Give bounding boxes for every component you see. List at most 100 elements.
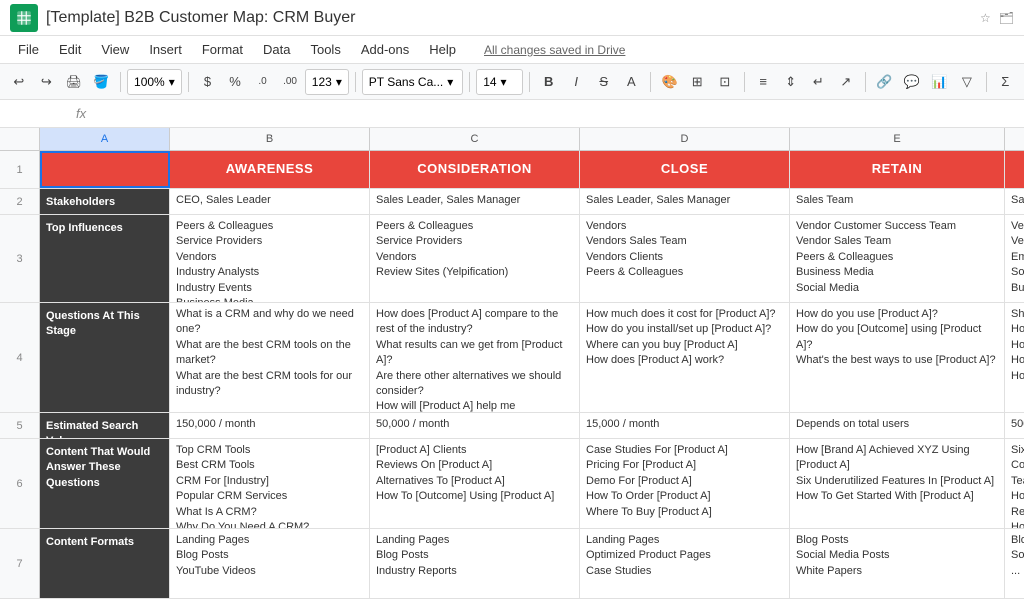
folder-icon[interactable]: 🗂 (999, 11, 1014, 25)
separator-7 (744, 72, 745, 92)
cell-f6[interactable]: Six Great... Common... Teams... How The.… (1005, 439, 1024, 528)
cell-c5[interactable]: 50,000 / month (370, 413, 580, 438)
col-header-d[interactable]: D (580, 128, 790, 150)
cell-a6[interactable]: Content That Would Answer These Question… (40, 439, 170, 528)
cell-f1[interactable]: ADVO... (1005, 151, 1024, 188)
halign-button[interactable]: ≡ (750, 68, 776, 96)
cell-a4[interactable]: Questions At This Stage (40, 303, 170, 412)
font-dropdown[interactable]: PT Sans Ca... ▾ (362, 69, 464, 95)
cell-a7[interactable]: Content Formats (40, 529, 170, 598)
menu-file[interactable]: File (10, 40, 47, 59)
strikethrough-button[interactable]: S (591, 68, 617, 96)
cell-e3[interactable]: Vendor Customer Success Team Vendor Sale… (790, 215, 1005, 302)
title-bar: [Template] B2B Customer Map: CRM Buyer ☆… (0, 0, 1024, 36)
cell-d1[interactable]: CLOSE (580, 151, 790, 188)
wrap-button[interactable]: ↵ (806, 68, 832, 96)
cell-e4[interactable]: How do you use [Product A]? How do you [… (790, 303, 1005, 412)
dec-increase-button[interactable]: .00 (277, 68, 303, 96)
cell-b1[interactable]: AWARENESS (170, 151, 370, 188)
cell-f7[interactable]: Blog Post... Social Me... ... (1005, 529, 1024, 598)
text-color-button[interactable]: A (619, 68, 645, 96)
cell-c1[interactable]: CONSIDERATION (370, 151, 580, 188)
cell-a1[interactable] (40, 151, 170, 188)
row-num-6: 6 (0, 439, 40, 528)
cell-f4[interactable]: Should w... How to w... How can... How c… (1005, 303, 1024, 412)
menu-view[interactable]: View (93, 40, 137, 59)
filter-button[interactable]: ▽ (954, 68, 980, 96)
row-num-1: 1 (0, 151, 40, 188)
cell-e7[interactable]: Blog Posts Social Media Posts White Pape… (790, 529, 1005, 598)
cell-d7[interactable]: Landing Pages Optimized Product Pages Ca… (580, 529, 790, 598)
cell-e1[interactable]: RETAIN (790, 151, 1005, 188)
cell-c7[interactable]: Landing Pages Blog Posts Industry Report… (370, 529, 580, 598)
cell-a5[interactable]: Estimated Search Volume (40, 413, 170, 438)
merge-button[interactable]: ⊡ (712, 68, 738, 96)
cell-d2[interactable]: Sales Leader, Sales Manager (580, 189, 790, 214)
cell-b7[interactable]: Landing Pages Blog Posts YouTube Videos (170, 529, 370, 598)
table-row: 5 Estimated Search Volume 150,000 / mont… (0, 413, 1024, 439)
col-header-b[interactable]: B (170, 128, 370, 150)
cell-d3[interactable]: Vendors Vendors Sales Team Vendors Clien… (580, 215, 790, 302)
functions-button[interactable]: Σ (993, 68, 1019, 96)
menu-data[interactable]: Data (255, 40, 298, 59)
italic-button[interactable]: I (563, 68, 589, 96)
menu-format[interactable]: Format (194, 40, 251, 59)
borders-button[interactable]: ⊞ (684, 68, 710, 96)
col-header-a[interactable]: A (40, 128, 170, 150)
cell-f5[interactable]: 500,000 /... (1005, 413, 1024, 438)
cell-b6[interactable]: Top CRM Tools Best CRM Tools CRM For [In… (170, 439, 370, 528)
cell-c4[interactable]: How does [Product A] compare to the rest… (370, 303, 580, 412)
cell-b4[interactable]: What is a CRM and why do we need one? Wh… (170, 303, 370, 412)
cell-e5[interactable]: Depends on total users (790, 413, 1005, 438)
menu-addons[interactable]: Add-ons (353, 40, 417, 59)
link-button[interactable]: 🔗 (871, 68, 897, 96)
comment-button[interactable]: 💬 (899, 68, 925, 96)
valign-button[interactable]: ⇕ (778, 68, 804, 96)
cell-d6[interactable]: Case Studies For [Product A] Pricing For… (580, 439, 790, 528)
menu-edit[interactable]: Edit (51, 40, 89, 59)
chart-button[interactable]: 📊 (927, 68, 953, 96)
cell-c6[interactable]: [Product A] Clients Reviews On [Product … (370, 439, 580, 528)
row-num-4: 4 (0, 303, 40, 412)
separator-4 (469, 72, 470, 92)
col-header-e[interactable]: E (790, 128, 1005, 150)
rotate-button[interactable]: ↗ (833, 68, 859, 96)
cell-d5[interactable]: 15,000 / month (580, 413, 790, 438)
col-header-c[interactable]: C (370, 128, 580, 150)
cell-b2[interactable]: CEO, Sales Leader (170, 189, 370, 214)
table-row: 2 Stakeholders CEO, Sales Leader Sales L… (0, 189, 1024, 215)
consideration-header: CONSIDERATION (417, 160, 532, 178)
cell-f3[interactable]: Vendor C... Vendor E... Email Ma... Soci… (1005, 215, 1024, 302)
cell-a3[interactable]: Top Influences (40, 215, 170, 302)
menu-tools[interactable]: Tools (302, 40, 348, 59)
font-size-dropdown[interactable]: 14 ▾ (476, 69, 523, 95)
cell-f2[interactable]: Sales Tea... (1005, 189, 1024, 214)
fill-color-button[interactable]: 🎨 (657, 68, 683, 96)
currency-button[interactable]: $ (195, 68, 221, 96)
cell-d4[interactable]: How much does it cost for [Product A]? H… (580, 303, 790, 412)
star-icon[interactable]: ☆ (980, 11, 991, 25)
cell-b5[interactable]: 150,000 / month (170, 413, 370, 438)
cell-b3[interactable]: Peers & Colleagues Service Providers Ven… (170, 215, 370, 302)
separator-8 (865, 72, 866, 92)
col-header-f[interactable]: F (1005, 128, 1024, 150)
doc-title: [Template] B2B Customer Map: CRM Buyer (46, 9, 980, 27)
redo-button[interactable]: ↪ (34, 68, 60, 96)
separator-1 (120, 72, 121, 92)
menu-help[interactable]: Help (421, 40, 464, 59)
percent-button[interactable]: % (222, 68, 248, 96)
cell-e6[interactable]: How [Brand A] Achieved XYZ Using [Produc… (790, 439, 1005, 528)
cell-c3[interactable]: Peers & Colleagues Service Providers Ven… (370, 215, 580, 302)
cell-e2[interactable]: Sales Team (790, 189, 1005, 214)
cell-a2[interactable]: Stakeholders (40, 189, 170, 214)
zoom-dropdown[interactable]: 100% ▾ (127, 69, 182, 95)
print-button[interactable]: 🖨 (61, 68, 87, 96)
bold-button[interactable]: B (536, 68, 562, 96)
cell-c2[interactable]: Sales Leader, Sales Manager (370, 189, 580, 214)
undo-button[interactable]: ↩ (6, 68, 32, 96)
paint-format-button[interactable]: 🪣 (89, 68, 115, 96)
app-icon (10, 4, 38, 32)
menu-insert[interactable]: Insert (141, 40, 190, 59)
dec-decrease-button[interactable]: .0 (250, 68, 276, 96)
more-formats-dropdown[interactable]: 123 ▾ (305, 69, 349, 95)
